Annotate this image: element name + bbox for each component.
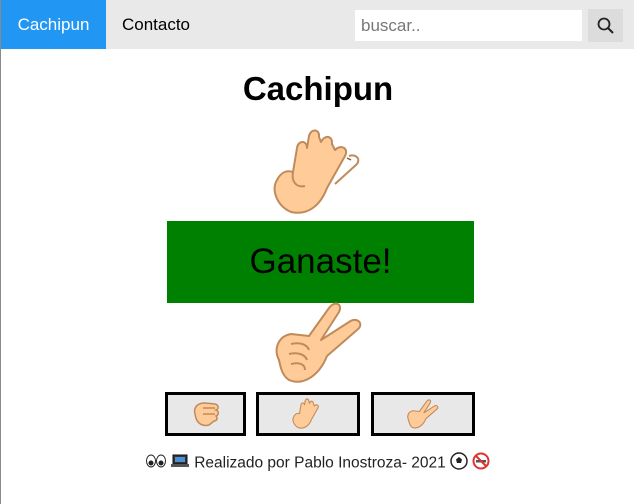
no-smoking-icon: [472, 452, 490, 475]
search-icon: [597, 17, 614, 34]
search-input[interactable]: [355, 10, 582, 41]
player-choice-scissors-hand-icon: [269, 300, 369, 391]
nav-link-contacto[interactable]: Contacto: [106, 0, 206, 49]
top-navbar: Cachipun Contacto: [1, 0, 634, 49]
laptop-icon: [170, 454, 190, 473]
choose-rock-button[interactable]: [165, 392, 246, 436]
footer: Realizado por Pablo Inostroza- 2021: [1, 452, 634, 475]
scissors-hand-icon: [407, 399, 439, 429]
page-title: Cachipun: [242, 70, 394, 107]
soccer-ball-icon: [450, 452, 468, 475]
nav-link-cachipun[interactable]: Cachipun: [1, 0, 106, 49]
computer-choice-paper-hand-icon: [269, 128, 365, 223]
game-result-banner: Ganaste!: [167, 221, 474, 303]
choose-paper-button[interactable]: [256, 392, 360, 436]
search-button[interactable]: [588, 9, 623, 42]
rock-hand-icon: [193, 402, 219, 427]
eyes-icon: [145, 454, 166, 473]
paper-hand-icon: [292, 398, 319, 429]
choose-scissors-button[interactable]: [371, 392, 475, 436]
footer-credit: Realizado por Pablo Inostroza- 2021: [194, 454, 446, 472]
